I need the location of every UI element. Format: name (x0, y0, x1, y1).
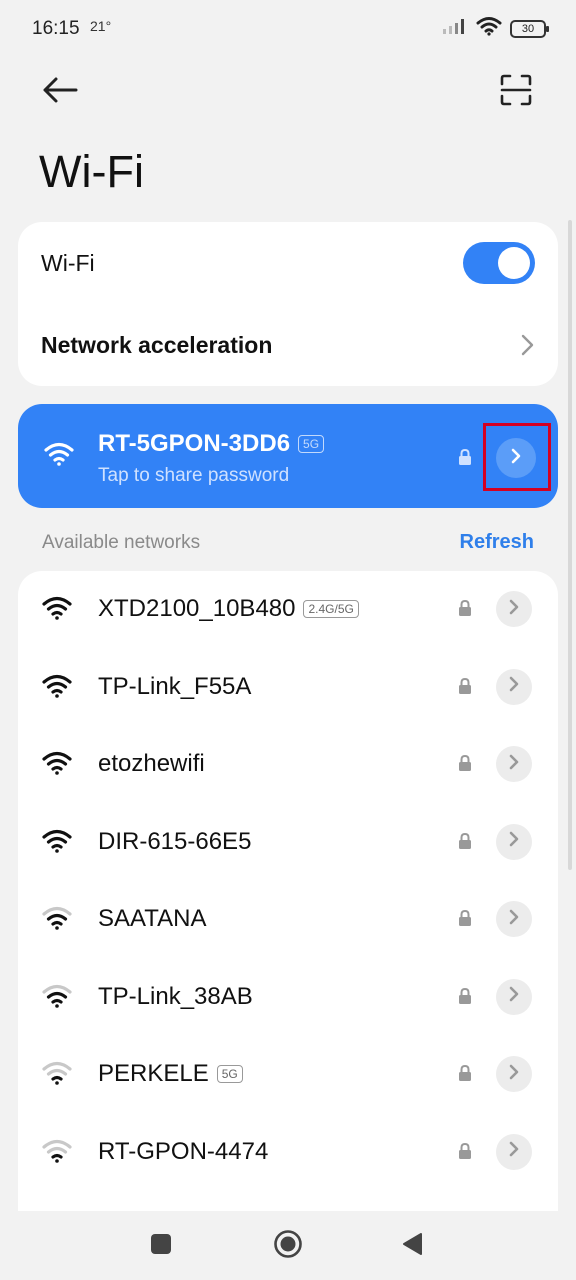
share-password-hint: Tap to share password (98, 465, 290, 486)
wifi-signal-icon (42, 751, 72, 780)
network-row[interactable]: DIR-615-66E5 (18, 804, 558, 882)
network-details-button[interactable] (496, 746, 532, 782)
network-ssid: PERKELE (98, 1060, 209, 1087)
back-button[interactable] (38, 72, 82, 112)
scrollbar[interactable] (568, 220, 572, 870)
network-details-button[interactable] (496, 978, 532, 1015)
wifi-signal-icon (44, 442, 74, 471)
connected-network-card[interactable]: RT-5GPON-3DD6 5G Tap to share password (18, 404, 558, 508)
network-ssid: RT-GPON-4474 (98, 1137, 269, 1165)
chevron-right-icon (509, 1141, 519, 1162)
wifi-signal-icon (42, 596, 72, 625)
network-details-button[interactable] (496, 1056, 532, 1092)
network-ssid: TP-Link_38AB (98, 982, 253, 1010)
battery-level: 30 (521, 22, 535, 35)
chevron-right-icon (509, 676, 519, 697)
wifi-signal-icon (42, 906, 72, 935)
lock-icon (458, 677, 472, 700)
lock-icon (458, 448, 472, 471)
network-name: TP-Link_38AB (98, 983, 253, 1011)
network-row[interactable]: XTD2100_10B480 2.4G/5G (18, 571, 558, 649)
lock-icon (458, 987, 472, 1010)
network-row[interactable]: RT-GPON-4474 (18, 1114, 558, 1192)
network-details-button[interactable] (496, 823, 532, 860)
wifi-signal-icon (42, 674, 72, 703)
network-ssid: XTD2100_10B480 (98, 595, 296, 622)
wifi-toggle-row[interactable]: Wi-Fi (18, 222, 558, 304)
wifi-toggle-label: Wi-Fi (41, 249, 95, 276)
connected-network-name: RT-5GPON-3DD6 5G (98, 430, 325, 458)
chevron-right-icon (509, 1064, 519, 1085)
available-networks-list: XTD2100_10B480 2.4G/5G TP-Link_F55A etoz… (18, 571, 558, 1211)
wifi-settings-card: Wi-Fi Network acceleration (18, 222, 558, 386)
network-ssid: etozhewifi (98, 750, 205, 777)
wifi-signal-icon (42, 1139, 72, 1168)
network-details-button[interactable] (496, 1133, 532, 1170)
band-badge: 5G (298, 435, 325, 453)
page-title: Wi-Fi (39, 146, 144, 197)
network-details-button[interactable] (496, 901, 532, 937)
network-name: etozhewifi (98, 750, 205, 778)
network-row[interactable]: SAATANA (18, 881, 558, 959)
network-acceleration-row[interactable]: Network acceleration (18, 304, 558, 386)
wifi-signal-icon (42, 984, 72, 1013)
connected-network-ssid: RT-5GPON-3DD6 (98, 430, 291, 457)
triangle-back-icon (401, 1232, 423, 1261)
network-name: XTD2100_10B480 2.4G/5G (98, 595, 359, 623)
wifi-signal-icon (42, 829, 72, 858)
network-acceleration-label: Network acceleration (41, 331, 273, 358)
navigation-bar (0, 1212, 576, 1280)
network-ssid: SAATANA (98, 905, 207, 932)
chevron-right-icon (509, 986, 519, 1007)
available-networks-heading: Available networks (42, 532, 201, 553)
network-row[interactable]: etozhewifi (18, 726, 558, 804)
recents-button[interactable] (145, 1230, 177, 1262)
chevron-right-icon (509, 831, 519, 852)
highlight-box (483, 423, 551, 491)
network-details-button[interactable] (496, 591, 532, 627)
status-bar: 16:15 21° 30 (0, 0, 576, 58)
status-time: 16:15 (32, 18, 80, 39)
network-ssid: TP-Link_F55A (98, 672, 252, 700)
network-name: RT-GPON-4474 (98, 1138, 268, 1166)
lock-icon (458, 754, 472, 777)
scan-qr-button[interactable] (496, 72, 536, 112)
chevron-right-icon (520, 334, 534, 361)
square-icon (150, 1233, 172, 1260)
band-badge: 5G (216, 1065, 243, 1083)
wifi-icon (476, 16, 502, 41)
network-name: SAATANA (98, 905, 206, 933)
lock-icon (458, 599, 472, 622)
network-name: TP-Link_F55A (98, 673, 251, 701)
arrow-left-icon (42, 76, 78, 109)
lock-icon (458, 1142, 472, 1165)
wifi-signal-icon (42, 1061, 72, 1090)
network-details-button[interactable] (496, 668, 532, 705)
battery-icon: 30 (510, 19, 549, 38)
refresh-button[interactable]: Refresh (460, 531, 534, 554)
chevron-right-icon (509, 599, 519, 620)
chevron-right-icon (509, 909, 519, 930)
wifi-toggle-switch[interactable] (463, 242, 535, 284)
lock-icon (458, 832, 472, 855)
network-row[interactable]: TP-Link_F55A (18, 649, 558, 727)
status-temperature: 21° (90, 18, 112, 34)
network-row[interactable]: TP-Link_38AB (18, 959, 558, 1037)
signal-icon (442, 17, 468, 40)
home-button[interactable] (272, 1229, 304, 1264)
chevron-right-icon (509, 754, 519, 775)
lock-icon (458, 909, 472, 932)
circle-icon (273, 1229, 303, 1264)
network-row[interactable]: PERKELE 5G (18, 1036, 558, 1114)
qr-scan-icon (500, 74, 532, 111)
lock-icon (458, 1064, 472, 1087)
network-name: DIR-615-66E5 (98, 828, 251, 856)
band-badge: 2.4G/5G (303, 600, 359, 618)
back-nav-button[interactable] (396, 1230, 428, 1262)
network-name: PERKELE 5G (98, 1060, 243, 1088)
network-ssid: DIR-615-66E5 (98, 827, 252, 855)
